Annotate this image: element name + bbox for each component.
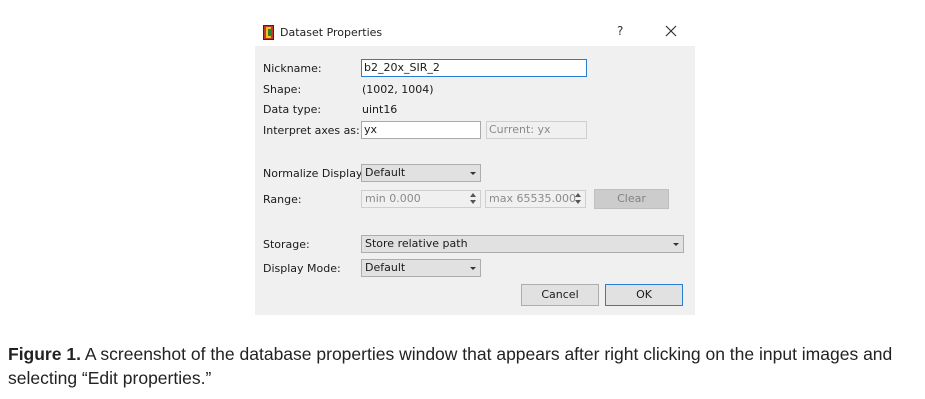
chevron-down-icon	[470, 172, 476, 175]
title-bar[interactable]: Dataset Properties ?	[255, 19, 695, 46]
ok-button[interactable]: OK	[605, 284, 683, 306]
nickname-input[interactable]: b2_20x_SIR_2	[361, 59, 587, 77]
caption-prefix: Figure 1.	[8, 344, 81, 364]
range-label: Range:	[263, 193, 302, 206]
cancel-button[interactable]: Cancel	[521, 284, 599, 306]
display-mode-value: Default	[365, 261, 406, 274]
spin-arrows-icon[interactable]	[470, 193, 477, 205]
interpret-axes-label: Interpret axes as:	[263, 124, 360, 137]
data-type-value: uint16	[362, 103, 398, 116]
normalize-display-label: Normalize Display:	[263, 167, 366, 180]
app-icon	[263, 25, 274, 40]
display-mode-select[interactable]: Default	[361, 259, 481, 277]
spin-arrows-icon[interactable]	[575, 193, 582, 205]
normalize-display-select[interactable]: Default	[361, 164, 481, 182]
data-type-label: Data type:	[263, 103, 322, 116]
help-icon[interactable]: ?	[617, 24, 623, 38]
normalize-display-value: Default	[365, 166, 406, 179]
close-icon[interactable]	[664, 24, 678, 38]
nickname-label: Nickname:	[263, 62, 322, 75]
interpret-axes-input[interactable]: yx	[361, 121, 481, 139]
figure-caption: Figure 1. A screenshot of the database p…	[8, 342, 918, 390]
storage-value: Store relative path	[365, 237, 468, 250]
storage-select[interactable]: Store relative path	[361, 235, 684, 253]
range-max-spinbox[interactable]: max 65535.000	[485, 190, 586, 208]
clear-button[interactable]: Clear	[594, 189, 669, 209]
window-title: Dataset Properties	[280, 26, 383, 39]
dataset-properties-dialog: Dataset Properties ? Nickname: b2_20x_SI…	[255, 19, 695, 315]
range-max-value: max 65535.000	[489, 192, 576, 205]
range-min-spinbox[interactable]: min 0.000	[361, 190, 481, 208]
chevron-down-icon	[470, 267, 476, 270]
current-axes-field: Current: yx	[486, 121, 587, 139]
chevron-down-icon	[673, 243, 679, 246]
display-mode-label: Display Mode:	[263, 262, 341, 275]
storage-label: Storage:	[263, 238, 310, 251]
caption-text: A screenshot of the database properties …	[8, 344, 893, 388]
range-min-value: min 0.000	[365, 192, 421, 205]
shape-value: (1002, 1004)	[362, 83, 434, 96]
shape-label: Shape:	[263, 83, 302, 96]
